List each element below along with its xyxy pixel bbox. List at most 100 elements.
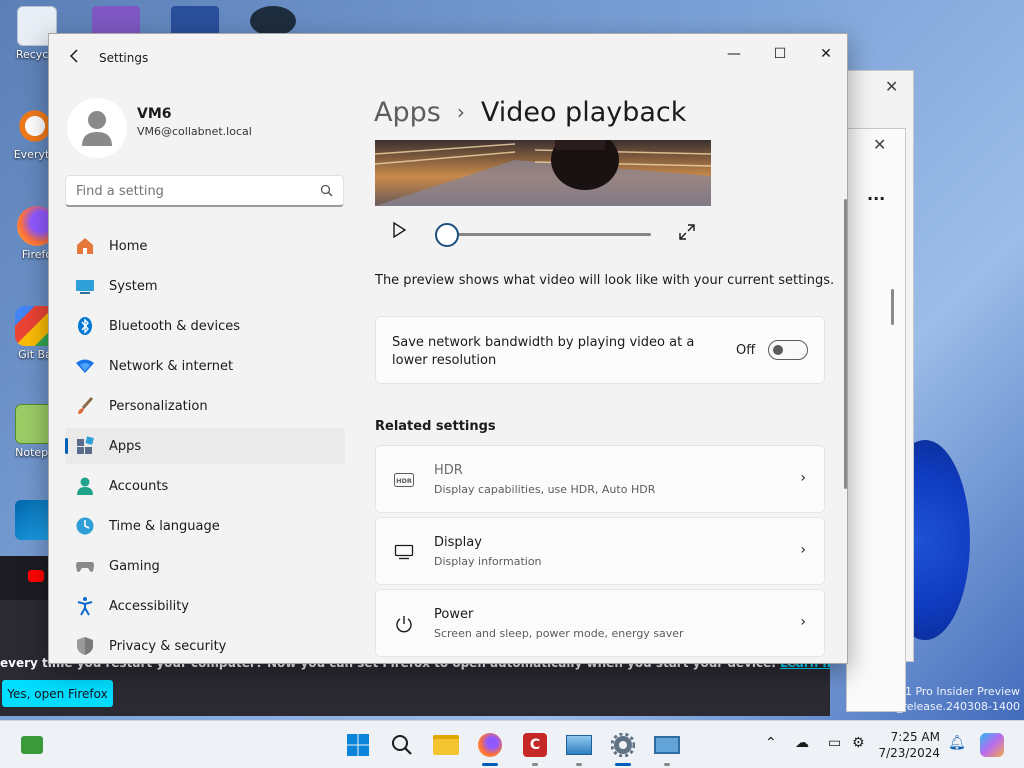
sidebar-item-personalization[interactable]: Personalization	[65, 388, 345, 424]
shield-icon	[75, 636, 95, 656]
time-icon	[75, 516, 95, 536]
preview-description: The preview shows what video will look l…	[375, 273, 835, 288]
focus-assist-icon[interactable]: ⚙	[852, 735, 865, 751]
notification-bell-icon[interactable]: 🔔︎	[948, 735, 966, 751]
seek-slider-thumb[interactable]	[435, 223, 459, 247]
start-button[interactable]	[344, 731, 372, 759]
apps-icon	[75, 436, 95, 456]
hdr-icon: HDR	[394, 470, 414, 490]
copilot-icon[interactable]	[980, 733, 1004, 757]
display-icon[interactable]: ▭	[828, 735, 841, 751]
running-app-indicator	[532, 763, 538, 766]
fullscreen-icon[interactable]	[677, 222, 697, 242]
network-disconnected-icon[interactable]: ☁	[795, 735, 809, 751]
more-options-icon[interactable]: ···	[867, 189, 885, 208]
chevron-up-icon[interactable]: ⌃	[765, 735, 777, 751]
sidebar-item-home[interactable]: Home	[65, 228, 345, 264]
file-explorer-icon[interactable]	[432, 731, 460, 759]
app-c-icon[interactable]: C	[521, 731, 549, 759]
window-title: Settings	[99, 51, 149, 65]
yes-open-firefox-button[interactable]: Yes, open Firefox	[2, 680, 113, 707]
sidebar-item-system[interactable]: System	[65, 268, 345, 304]
save-bandwidth-toggle[interactable]	[768, 340, 808, 360]
sidebar-item-label: System	[109, 278, 158, 294]
close-icon[interactable]: ✕	[885, 77, 898, 96]
content-scrollbar[interactable]	[844, 199, 847, 489]
search-box[interactable]	[65, 175, 344, 207]
resource-monitor-icon[interactable]	[565, 731, 593, 759]
remote-desktop-icon[interactable]	[653, 731, 681, 759]
related-item-subtitle: Screen and sleep, power mode, energy sav…	[434, 627, 684, 640]
toggle-knob	[773, 345, 783, 355]
sidebar-nav: Home System Bluetooth & devices Network …	[65, 228, 345, 663]
widgets-icon[interactable]	[18, 731, 46, 759]
sidebar-item-accessibility[interactable]: Accessibility	[65, 588, 345, 624]
related-item-display[interactable]: Display Display information ›	[375, 517, 825, 585]
watermark-line-1: 11 Pro Insider Preview	[897, 685, 1020, 698]
sidebar-item-label: Time & language	[109, 518, 220, 534]
avatar[interactable]	[67, 98, 127, 158]
minimize-icon: —	[727, 46, 741, 62]
related-item-title: Power	[434, 607, 474, 622]
settings-window: Settings — ☐ ✕ VM6 VM6@collabnet.local H…	[48, 33, 848, 664]
accounts-icon	[75, 476, 95, 496]
related-item-subtitle: Display information	[434, 555, 542, 568]
desktop-icon-visual-studio[interactable]	[92, 6, 140, 36]
sidebar-item-network[interactable]: Network & internet	[65, 348, 345, 384]
sidebar-item-label: Apps	[109, 438, 142, 454]
save-bandwidth-label: Save network bandwidth by playing video …	[392, 335, 695, 368]
sidebar-item-label: Bluetooth & devices	[109, 318, 240, 334]
sidebar-item-time-language[interactable]: Time & language	[65, 508, 345, 544]
search-icon[interactable]	[388, 731, 416, 759]
brush-icon	[75, 396, 95, 416]
sidebar-item-apps[interactable]: Apps	[65, 428, 345, 464]
scrollbar-thumb[interactable]	[891, 289, 894, 325]
close-icon[interactable]: ✕	[873, 135, 886, 154]
video-frame-image	[375, 140, 711, 206]
related-item-subtitle: Display capabilities, use HDR, Auto HDR	[434, 483, 656, 496]
system-clock[interactable]: 7:25 AM 7/23/2024	[868, 729, 940, 761]
chevron-right-icon: ›	[800, 542, 806, 558]
sidebar-item-label: Network & internet	[109, 358, 234, 374]
sidebar-item-bluetooth[interactable]: Bluetooth & devices	[65, 308, 345, 344]
sidebar-item-privacy-security[interactable]: Privacy & security	[65, 628, 345, 663]
power-icon	[394, 614, 414, 634]
title-bar[interactable]: Settings — ☐ ✕	[49, 34, 847, 74]
build-watermark: 11 Pro Insider Preview e_release.240308-…	[890, 684, 1020, 714]
sidebar-item-gaming[interactable]: Gaming	[65, 548, 345, 584]
sidebar-item-label: Privacy & security	[109, 638, 227, 654]
watermark-line-2: e_release.240308-1400	[890, 700, 1020, 713]
minimize-button[interactable]: —	[711, 40, 757, 68]
back-arrow-icon[interactable]	[67, 48, 83, 64]
windows-logo-icon	[347, 734, 369, 756]
active-app-indicator	[615, 763, 631, 766]
seek-slider-track[interactable]	[447, 233, 651, 236]
taskbar: C ⌃ ☁ ▭ ⚙ 7:25 AM 7/23/2024 🔔︎	[0, 720, 1024, 768]
desktop-icon-facebook[interactable]	[171, 6, 219, 36]
maximize-button[interactable]: ☐	[757, 40, 803, 68]
gaming-icon	[75, 556, 95, 576]
sidebar-item-label: Gaming	[109, 558, 160, 574]
related-item-hdr[interactable]: HDR HDR Display capabilities, use HDR, A…	[375, 445, 825, 513]
firefox-icon[interactable]	[476, 731, 504, 759]
bluetooth-icon	[75, 316, 95, 336]
related-item-power[interactable]: Power Screen and sleep, power mode, ener…	[375, 589, 825, 657]
search-icon[interactable]	[320, 184, 333, 197]
toggle-state-label: Off	[736, 343, 756, 358]
clock-time: 7:25 AM	[890, 730, 940, 744]
settings-gear-icon[interactable]	[609, 731, 637, 759]
background-window-inner[interactable]: ✕ ···	[846, 128, 906, 712]
home-icon	[75, 236, 95, 256]
page-title: Video playback	[480, 96, 687, 128]
save-bandwidth-setting: Save network bandwidth by playing video …	[375, 316, 825, 384]
play-icon[interactable]	[389, 220, 409, 240]
monitor-icon	[394, 542, 414, 562]
sidebar-item-accounts[interactable]: Accounts	[65, 468, 345, 504]
desktop-icon-security[interactable]	[250, 6, 296, 36]
close-button[interactable]: ✕	[803, 40, 847, 68]
breadcrumb-parent[interactable]: Apps	[374, 97, 441, 128]
related-settings-heading: Related settings	[375, 419, 496, 434]
search-input[interactable]	[76, 182, 306, 200]
running-app-indicator	[576, 763, 582, 766]
youtube-icon	[28, 570, 44, 582]
